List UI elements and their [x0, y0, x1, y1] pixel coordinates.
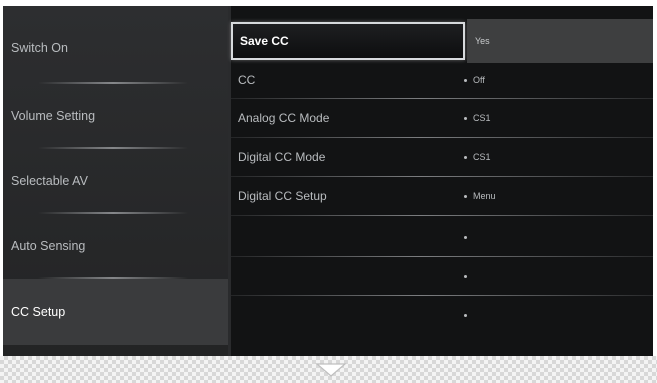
- menu-item-label: Volume Setting: [11, 109, 96, 123]
- menu-item-cc-setup[interactable]: CC Setup: [3, 279, 228, 345]
- menu-item-volume-setting[interactable]: Volume Setting: [3, 84, 228, 148]
- option-row-empty[interactable]: [231, 218, 653, 255]
- bullet-icon: [464, 155, 467, 159]
- tv-menu-screen: Switch On Volume Setting Selectable AV A…: [3, 6, 653, 356]
- menu-item-label: Auto Sensing: [11, 239, 86, 253]
- chevron-down-icon[interactable]: [315, 362, 347, 378]
- option-value-wrap: [464, 232, 473, 242]
- option-label: CC: [238, 72, 256, 87]
- option-value-wrap: [464, 271, 473, 281]
- save-cc-value-yes[interactable]: Yes: [467, 19, 653, 63]
- option-value-wrap: CS1: [464, 152, 491, 162]
- option-label: Digital CC Setup: [238, 188, 327, 203]
- option-value: Off: [473, 74, 485, 85]
- bullet-icon: [464, 78, 467, 82]
- option-row-digital-cc-mode[interactable]: Digital CC Mode CS1: [231, 138, 653, 175]
- option-row-digital-cc-setup[interactable]: Digital CC Setup Menu: [231, 177, 653, 214]
- option-value: CS1: [473, 112, 491, 123]
- option-value: Menu: [473, 190, 496, 201]
- option-row-empty[interactable]: [231, 257, 653, 294]
- option-row-cc[interactable]: CC Off: [231, 61, 653, 98]
- bullet-icon: [464, 313, 467, 317]
- option-value-wrap: Off: [464, 75, 485, 85]
- option-row-empty[interactable]: [231, 296, 653, 333]
- option-row-analog-cc-mode[interactable]: Analog CC Mode CS1: [231, 99, 653, 136]
- option-label: Digital CC Mode: [238, 149, 326, 164]
- option-value: CS1: [473, 151, 491, 162]
- menu-item-label: CC Setup: [11, 305, 66, 319]
- bullet-icon: [464, 274, 467, 278]
- menu-item-label: Switch On: [11, 41, 68, 55]
- bullet-icon: [464, 235, 467, 239]
- menu-item-auto-sensing[interactable]: Auto Sensing: [3, 214, 228, 278]
- menu-item-switch-on[interactable]: Switch On: [3, 16, 228, 80]
- menu-item-selectable-av[interactable]: Selectable AV: [3, 149, 228, 213]
- menu-item-label: Selectable AV: [11, 174, 88, 188]
- row-divider: [231, 215, 653, 216]
- bullet-icon: [464, 194, 467, 198]
- left-menu: Switch On Volume Setting Selectable AV A…: [3, 6, 228, 356]
- save-cc-option[interactable]: Save CC: [231, 22, 465, 60]
- option-label: Save CC: [240, 34, 289, 48]
- option-value-wrap: [464, 310, 473, 320]
- option-value: Yes: [475, 36, 490, 46]
- option-value-wrap: Menu: [464, 191, 496, 201]
- option-label: Analog CC Mode: [238, 110, 330, 125]
- option-value-wrap: CS1: [464, 113, 491, 123]
- bullet-icon: [464, 116, 467, 120]
